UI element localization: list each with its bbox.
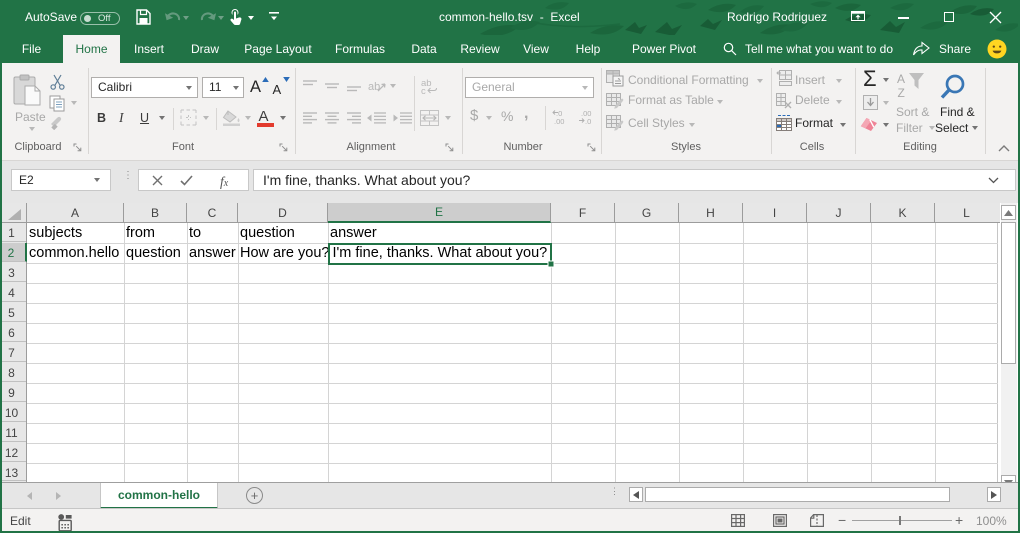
svg-text:A: A: [897, 72, 905, 86]
svg-text:c: c: [421, 86, 426, 94]
svg-text:Z: Z: [898, 86, 905, 99]
svg-text:.00: .00: [554, 117, 564, 125]
svg-text:.0: .0: [585, 117, 591, 125]
